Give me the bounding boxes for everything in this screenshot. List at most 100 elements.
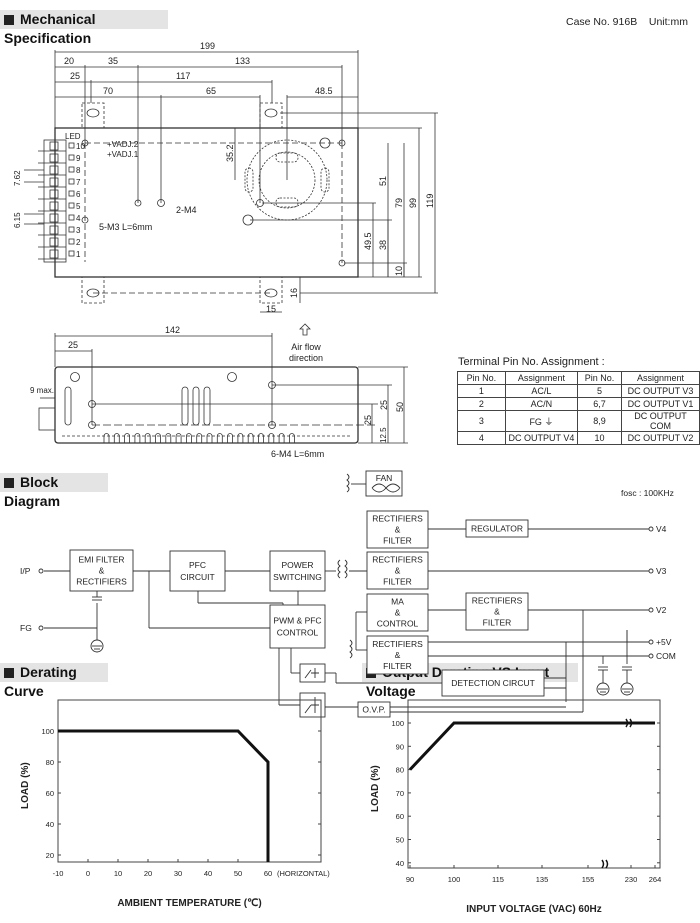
rectifier-filter-block-label: & [395,650,401,660]
x-tick-label: 155 [582,875,595,884]
rectifier-filter-block-label: RECTIFIERS [372,514,423,524]
dim-119: 119 [425,194,435,208]
pwm-pfc-control-block [269,604,326,649]
fosc-label: fosc : 100KHz [621,488,674,498]
fg-label: FG [20,623,32,633]
terminal-screw [49,189,59,199]
y-tick-label: 60 [396,812,404,821]
terminal-screw [49,165,59,175]
y-tick-label: 60 [46,789,54,798]
output-v4: V4 [656,524,667,534]
x-tick-label: 30 [174,869,182,878]
x-axis-label: INPUT VOLTAGE (VAC) 60Hz [466,904,602,915]
vent-slot [289,433,295,443]
pin-label: 10 [76,142,85,151]
x-tick-label: 50 [234,869,242,878]
y-tick-label: 40 [396,859,404,868]
rectifier-filter-block-label: RECTIFIERS [372,639,423,649]
pin-label: 5 [76,202,81,211]
pin-label: 2 [76,238,81,247]
case-outline [54,127,359,278]
center-lines [84,142,343,294]
vent-slot [103,433,110,443]
dim-6-15: 6.15 [13,212,22,228]
ground-icons [90,639,634,696]
vent-slot [155,433,161,443]
pin-square-icon [68,178,75,185]
pin-square-icon [68,238,75,245]
vent-slot [186,433,192,443]
vent-slot [237,433,244,443]
rectifier-filter-block-label: & [494,607,500,617]
pin-square-icon [68,166,75,173]
x-axis-label: AMBIENT TEMPERATURE (℃) [117,898,261,909]
vent-slot [144,433,151,443]
y-tick-label: 50 [396,836,404,845]
series-line [58,729,270,862]
dim-117: 117 [176,71,190,81]
mounting-hole-icons [86,108,278,298]
m4-side-label: 6-M4 L=6mm [271,449,324,459]
dim-25: 25 [68,340,78,350]
dim-65: 65 [206,86,216,96]
pin-label: 7 [76,178,81,187]
pin-square-icon [68,142,75,149]
y-tick-label: 90 [396,742,404,751]
dim-7-62: 7.62 [13,170,22,186]
dim-25: 25 [379,400,389,410]
dim-16: 16 [289,288,299,298]
y-tick-label: 100 [41,727,54,736]
airflow-label: direction [289,353,323,363]
vent-slot [124,433,130,443]
x-tick-note: (HORIZONTAL) [277,869,330,878]
y-tick-label: 100 [391,719,404,728]
pin-label: 1 [76,250,81,259]
terminal-screw [49,153,59,163]
y-tick-label: 20 [46,851,54,860]
pin-square-icon [68,226,75,233]
derating-curve-chart: 20 40 60 80 100 -10 0 10 20 30 40 50 60 AMBIENT TEMPE… [20,699,330,909]
vent-slot [268,433,275,443]
x-tick-label: 90 [406,875,414,884]
output-v2: V2 [656,605,667,615]
x-tick-label: -10 [53,869,64,878]
pin-square-icon [68,214,75,221]
axis-break-icon [601,718,633,869]
emi-filter-block-label: RECTIFIERS [76,577,127,587]
ma-control-block-label: & [395,608,401,618]
x-tick-label: 20 [144,869,152,878]
vent-slot [196,433,203,443]
output-v3: V3 [656,566,667,576]
detection-circuit-block-label: DETECTION CIRCUT [451,678,535,688]
x-tick-label: 10 [114,869,122,878]
dim-15: 15 [266,304,276,314]
emi-filter-block-label: EMI FILTER [78,555,124,565]
terminal-side [38,407,56,431]
vadj2-label: +VADJ.2 [107,140,139,149]
vent-slot [206,433,213,443]
power-switching-block [269,550,326,592]
vent-slot [165,433,172,443]
airflow-arrow-icon [299,323,311,336]
dimension-lines [24,50,438,313]
y-tick-label: 70 [396,789,404,798]
x-tick-label: 0 [86,869,90,878]
mechanical-side-view: 142 25 Air flow direction 9 max. 6-M4 L=… [30,323,408,459]
dim-133: 133 [235,56,250,66]
dim-20: 20 [64,56,74,66]
pin-square-icon [68,202,75,209]
y-tick-label: 80 [396,766,404,775]
pfc-circuit-block-label: CIRCUIT [180,572,214,582]
pwm-pfc-control-block-label: PWM & PFC [273,616,321,626]
x-tick-label: 100 [448,875,461,884]
y-tick-label: 80 [46,758,54,767]
rectifier-filter-block-label: & [395,525,401,535]
x-tick-label: 40 [204,869,212,878]
vent-slot [175,433,182,443]
rectifier-filter-block-label: & [395,566,401,576]
datasheet-drawings: 199 20 35 133 25 117 70 65 48.5 35.2 51 … [13,41,676,915]
vent-slot [216,433,223,443]
power-switching-block-label: POWER [281,560,313,570]
pin-label: 3 [76,226,81,235]
rectifier-filter-block-label: FILTER [383,661,412,671]
